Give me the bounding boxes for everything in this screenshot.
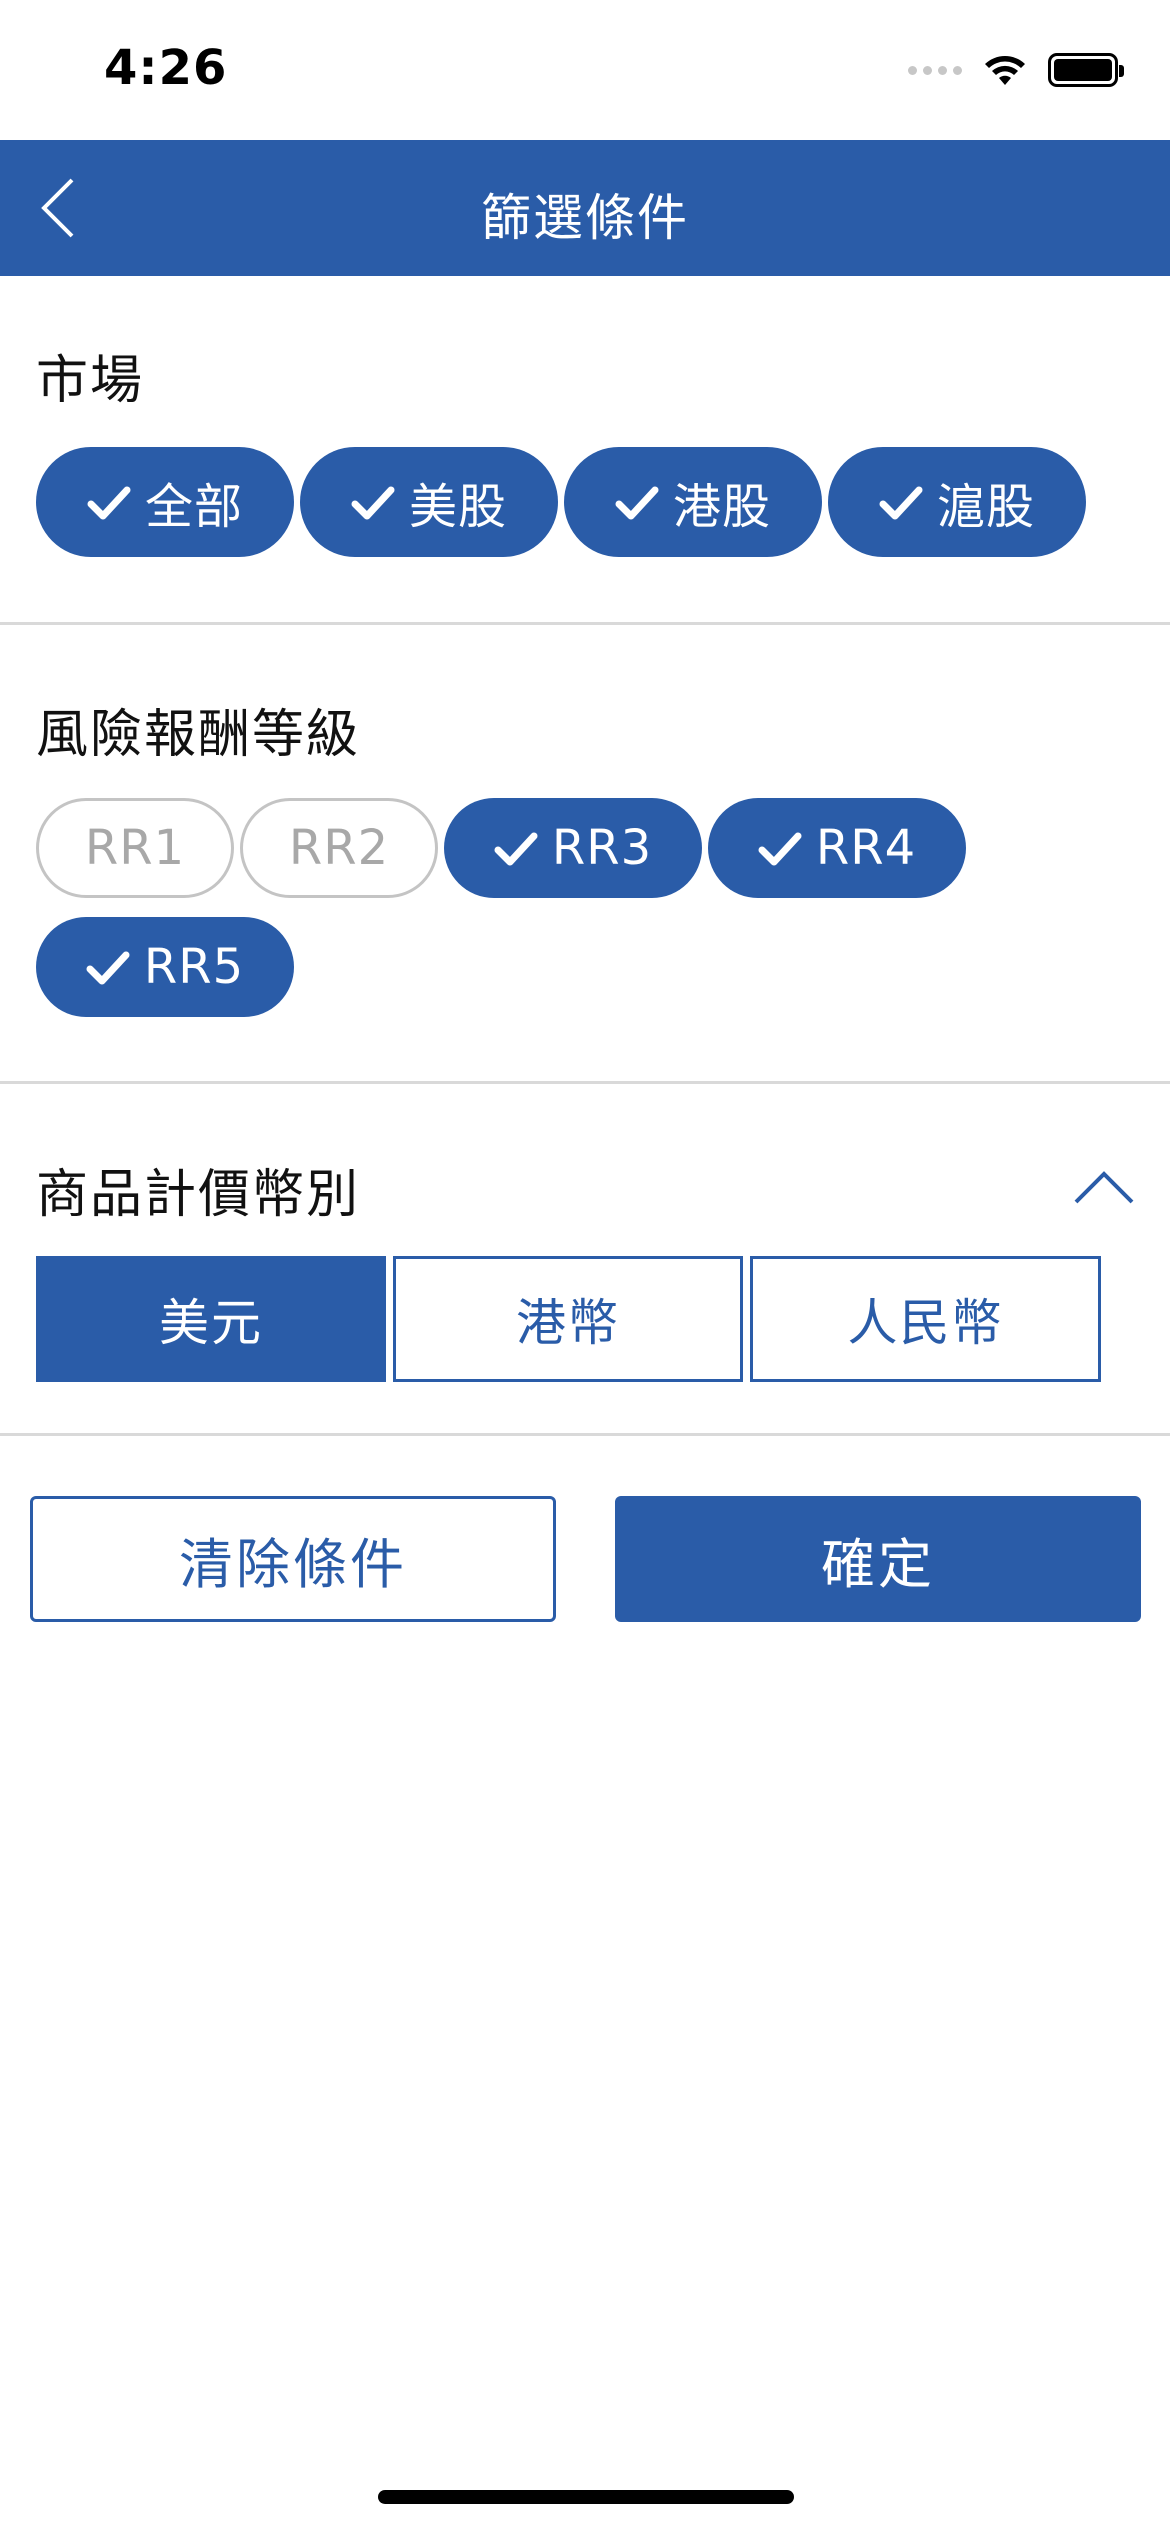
currency-option-hkd[interactable]: 港幣	[393, 1256, 743, 1382]
currency-section-title: 商品計價幣別	[36, 1165, 361, 1225]
confirm-button[interactable]: 確定	[615, 1496, 1141, 1622]
collapse-button[interactable]	[1072, 1166, 1136, 1206]
nav-header: 篩選條件	[0, 140, 1170, 276]
market-section-title: 市場	[36, 351, 145, 411]
market-chip-label: 美股	[408, 479, 507, 535]
chevron-up-icon	[1074, 1171, 1134, 1204]
section-divider	[0, 1433, 1170, 1436]
market-chip-hk[interactable]: 港股	[564, 447, 822, 557]
market-chip-all[interactable]: 全部	[36, 447, 294, 557]
filter-screen: 4:26 篩選條件 市場 全部 美股 港股 滬股 風險報酬等級 RR1 RR2 …	[0, 0, 1170, 2532]
section-divider	[0, 1081, 1170, 1084]
check-icon	[758, 826, 802, 870]
market-chip-sh[interactable]: 滬股	[828, 447, 1086, 557]
home-indicator	[378, 2490, 794, 2504]
signal-icon	[908, 65, 962, 75]
market-chip-label: 滬股	[936, 479, 1035, 535]
market-chip-label: 全部	[144, 479, 243, 535]
check-icon	[87, 480, 131, 524]
risk-chip-rr1[interactable]: RR1	[36, 798, 234, 898]
currency-option-label: 人民幣	[847, 1294, 1004, 1352]
risk-chip-label: RR2	[288, 820, 390, 876]
risk-chip-label: RR5	[143, 939, 245, 995]
market-chip-label: 港股	[672, 479, 771, 535]
risk-chip-rr2[interactable]: RR2	[240, 798, 438, 898]
check-icon	[351, 480, 395, 524]
clear-filters-label: 清除條件	[179, 1532, 407, 1596]
status-icons	[908, 52, 1124, 88]
check-icon	[86, 945, 130, 989]
confirm-label: 確定	[821, 1532, 935, 1596]
section-divider	[0, 622, 1170, 625]
status-time: 4:26	[104, 40, 228, 96]
status-bar: 4:26	[0, 0, 1170, 140]
page-title: 篩選條件	[481, 189, 689, 247]
check-icon	[615, 480, 659, 524]
risk-chip-rr5[interactable]: RR5	[36, 917, 294, 1017]
currency-option-label: 港幣	[516, 1294, 620, 1352]
risk-chip-label: RR1	[84, 820, 186, 876]
risk-chip-label: RR4	[815, 820, 917, 876]
market-chip-us[interactable]: 美股	[300, 447, 558, 557]
risk-chip-rr3[interactable]: RR3	[444, 798, 702, 898]
battery-icon	[1048, 53, 1124, 87]
wifi-icon	[985, 56, 1025, 85]
clear-filters-button[interactable]: 清除條件	[30, 1496, 556, 1622]
risk-chip-label: RR3	[551, 820, 653, 876]
currency-option-cny[interactable]: 人民幣	[750, 1256, 1101, 1382]
currency-option-usd[interactable]: 美元	[36, 1256, 386, 1382]
currency-option-label: 美元	[159, 1294, 263, 1352]
risk-chip-rr4[interactable]: RR4	[708, 798, 966, 898]
risk-section-title: 風險報酬等級	[36, 705, 361, 765]
check-icon	[494, 826, 538, 870]
check-icon	[879, 480, 923, 524]
